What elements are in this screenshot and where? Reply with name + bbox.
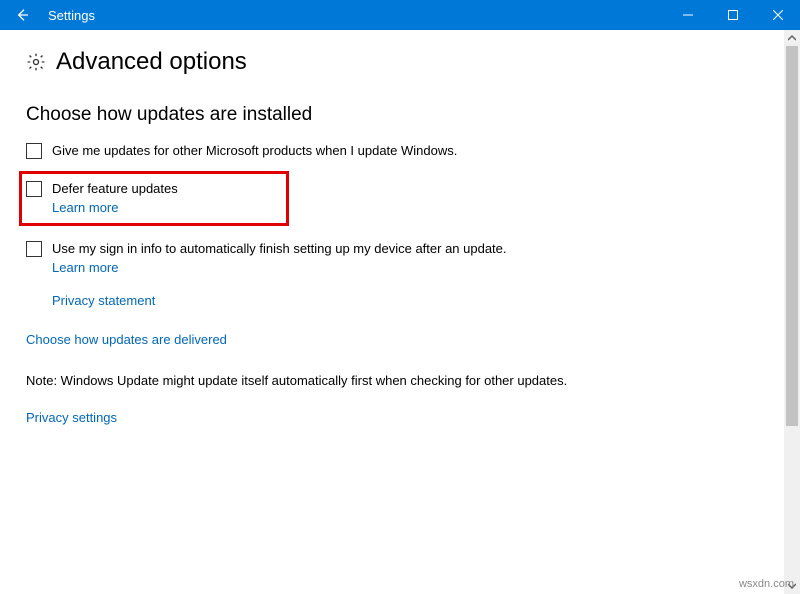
page-title: Advanced options: [56, 48, 247, 76]
delivered-link[interactable]: Choose how updates are delivered: [26, 332, 774, 347]
option-label: Give me updates for other Microsoft prod…: [52, 142, 457, 160]
window-controls: [665, 0, 800, 30]
minimize-icon: [683, 10, 693, 20]
highlight-defer-updates: Defer feature updates Learn more: [19, 171, 289, 226]
signin-label-text: Use my sign in info to automatically fin…: [52, 241, 507, 256]
checkbox-signin-info[interactable]: [26, 241, 42, 257]
option-defer-updates: Defer feature updates Learn more: [26, 180, 278, 217]
privacy-statement-row: Privacy statement: [26, 293, 774, 308]
vertical-scrollbar[interactable]: [784, 30, 800, 594]
content-area: Advanced options Choose how updates are …: [0, 30, 800, 425]
scroll-up-button[interactable]: [784, 30, 800, 46]
back-arrow-icon: [14, 7, 30, 23]
chevron-up-icon: [788, 34, 796, 42]
option-label: Defer feature updates Learn more: [52, 180, 178, 217]
learn-more-defer-link[interactable]: Learn more: [52, 199, 178, 217]
update-note: Note: Windows Update might update itself…: [26, 373, 774, 388]
watermark: wsxdn.com: [739, 578, 794, 590]
maximize-button[interactable]: [710, 0, 755, 30]
close-button[interactable]: [755, 0, 800, 30]
privacy-statement-link[interactable]: Privacy statement: [52, 293, 155, 308]
scroll-thumb[interactable]: [786, 46, 798, 426]
page-header: Advanced options: [26, 48, 774, 76]
checkbox-other-products[interactable]: [26, 143, 42, 159]
defer-label-text: Defer feature updates: [52, 181, 178, 196]
close-icon: [773, 10, 783, 20]
checkbox-defer-updates[interactable]: [26, 181, 42, 197]
privacy-settings-link[interactable]: Privacy settings: [26, 410, 774, 425]
window-title: Settings: [48, 8, 95, 23]
section-heading: Choose how updates are installed: [26, 104, 774, 126]
learn-more-signin-link[interactable]: Learn more: [52, 259, 507, 277]
back-button[interactable]: [0, 0, 44, 30]
option-label: Use my sign in info to automatically fin…: [52, 240, 507, 277]
maximize-icon: [728, 10, 738, 20]
option-other-products: Give me updates for other Microsoft prod…: [26, 142, 774, 160]
titlebar: Settings: [0, 0, 800, 30]
gear-icon: [26, 52, 46, 72]
minimize-button[interactable]: [665, 0, 710, 30]
option-signin-info: Use my sign in info to automatically fin…: [26, 240, 774, 277]
